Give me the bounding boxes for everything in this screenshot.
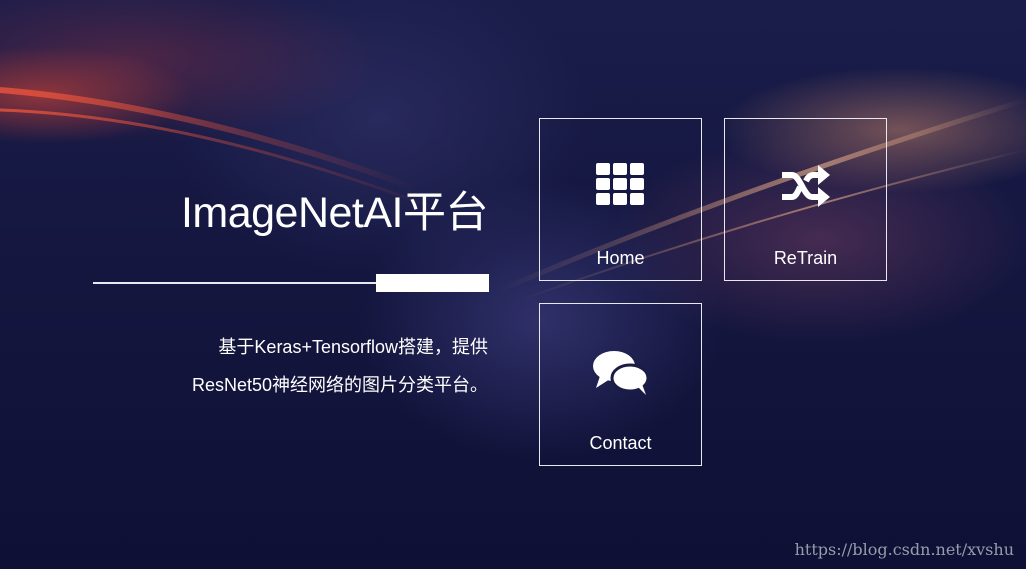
background-light-streaks bbox=[0, 87, 1026, 301]
hero-description: 基于Keras+Tensorflow搭建，提供 ResNet50神经网络的图片分… bbox=[192, 328, 488, 404]
divider-line bbox=[93, 282, 383, 284]
grid-icon bbox=[540, 163, 701, 211]
home-tile-label: Home bbox=[596, 248, 645, 268]
description-line-1: 基于Keras+Tensorflow搭建，提供 bbox=[218, 337, 488, 357]
shuffle-icon bbox=[725, 163, 886, 211]
page-title: ImageNetAI平台 bbox=[180, 189, 489, 237]
contact-tile-label: Contact bbox=[589, 433, 652, 453]
chat-bubbles-icon bbox=[540, 350, 701, 398]
description-line-2: ResNet50神经网络的图片分类平台。 bbox=[191, 375, 488, 395]
retrain-tile-label: ReTrain bbox=[773, 248, 838, 268]
watermark-url: https://blog.csdn.net/xvshu bbox=[794, 540, 1014, 559]
home-tile-button[interactable]: Home bbox=[539, 118, 702, 281]
retrain-tile-button[interactable]: ReTrain bbox=[724, 118, 887, 281]
contact-tile-button[interactable]: Contact bbox=[539, 303, 702, 466]
divider-accent-bar bbox=[376, 274, 489, 292]
